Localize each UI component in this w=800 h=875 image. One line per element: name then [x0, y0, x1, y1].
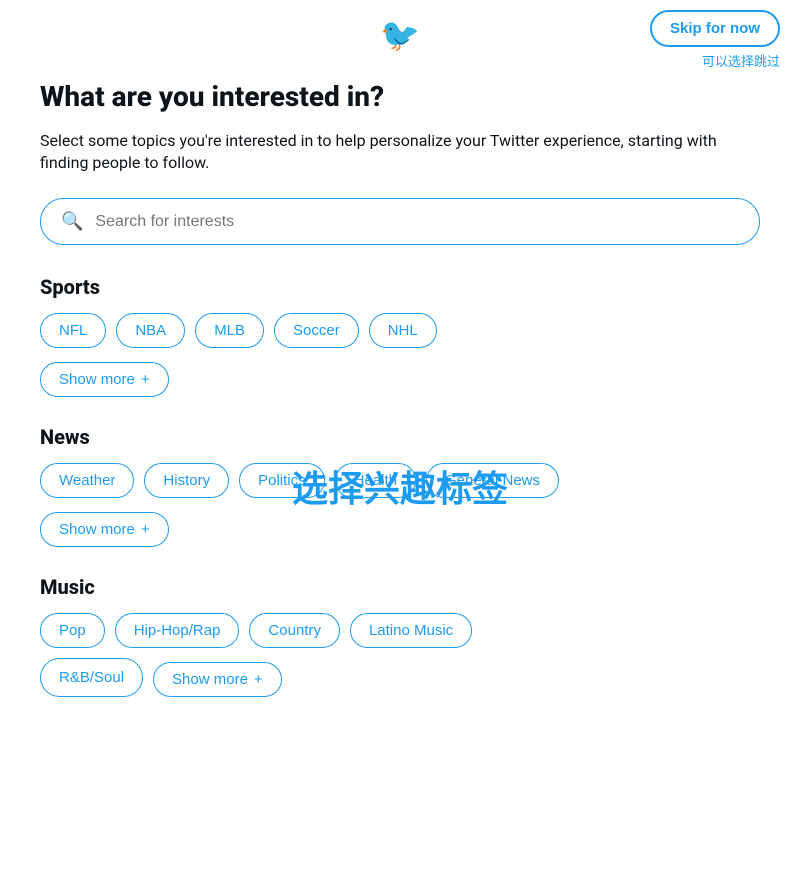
tag-nba[interactable]: NBA — [116, 313, 185, 348]
page-title: What are you interested in? — [40, 80, 760, 114]
sports-section-title: Sports — [40, 275, 760, 299]
music-section-title: Music — [40, 575, 760, 599]
skip-subtitle: 可以选择跳过 — [702, 51, 780, 70]
tag-weather[interactable]: Weather — [40, 463, 134, 498]
tag-mlb[interactable]: MLB — [195, 313, 264, 348]
music-show-more-label: Show more — [172, 671, 248, 688]
main-content: What are you interested in? Select some … — [0, 70, 800, 755]
page-description: Select some topics you're interested in … — [40, 130, 760, 175]
sports-show-more-plus-icon: + — [141, 371, 150, 388]
news-tags-row: Weather History Politics Health General … — [40, 463, 760, 498]
skip-area: Skip for now 可以选择跳过 — [650, 10, 780, 70]
news-section: News Weather History Politics Health Gen… — [40, 425, 760, 547]
sports-show-more-label: Show more — [59, 371, 135, 388]
tag-general-news[interactable]: General News — [426, 463, 559, 498]
music-extra-tags-row: R&B/Soul Show more + — [40, 658, 760, 697]
sports-tags-row: NFL NBA MLB Soccer NHL — [40, 313, 760, 348]
sports-show-more-button[interactable]: Show more + — [40, 362, 169, 397]
twitter-logo-icon: 🐦 — [380, 16, 420, 54]
search-icon: 🔍 — [61, 211, 83, 232]
tag-nfl[interactable]: NFL — [40, 313, 106, 348]
news-show-more-plus-icon: + — [141, 521, 150, 538]
music-show-more-button[interactable]: Show more + — [153, 662, 282, 697]
search-bar: 🔍 — [40, 198, 760, 245]
tag-pop[interactable]: Pop — [40, 613, 105, 648]
music-show-more-plus-icon: + — [254, 671, 263, 688]
tag-nhl[interactable]: NHL — [369, 313, 437, 348]
tag-politics[interactable]: Politics — [239, 463, 325, 498]
tag-latino-music[interactable]: Latino Music — [350, 613, 472, 648]
header: 🐦 Skip for now 可以选择跳过 — [0, 0, 800, 70]
news-show-more-button[interactable]: Show more + — [40, 512, 169, 547]
music-tags-row: Pop Hip-Hop/Rap Country Latino Music — [40, 613, 760, 648]
tag-soccer[interactable]: Soccer — [274, 313, 359, 348]
music-section: Music Pop Hip-Hop/Rap Country Latino Mus… — [40, 575, 760, 697]
skip-for-now-button[interactable]: Skip for now — [650, 10, 780, 47]
search-input[interactable] — [95, 213, 739, 231]
tag-country[interactable]: Country — [249, 613, 340, 648]
tag-health[interactable]: Health — [335, 463, 416, 498]
tag-rnb-soul[interactable]: R&B/Soul — [40, 658, 143, 697]
tag-hiphop-rap[interactable]: Hip-Hop/Rap — [115, 613, 240, 648]
news-section-title: News — [40, 425, 760, 449]
tag-history[interactable]: History — [144, 463, 229, 498]
sports-section: Sports NFL NBA MLB Soccer NHL Show more … — [40, 275, 760, 397]
news-show-more-label: Show more — [59, 521, 135, 538]
